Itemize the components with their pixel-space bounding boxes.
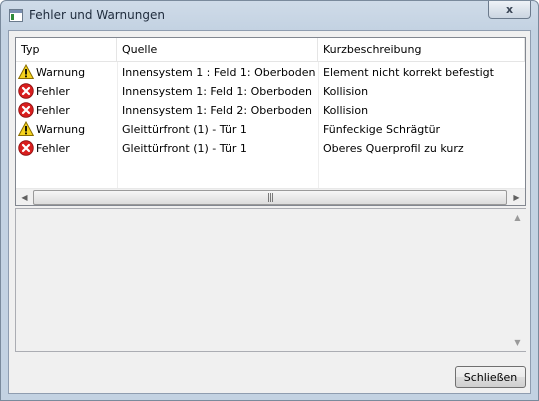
dialog-client-area: Typ Quelle Kurzbeschreibung Warnung Innen… <box>8 30 531 394</box>
scroll-up-icon[interactable]: ▲ <box>509 209 526 226</box>
cell-type-label: Warnung <box>36 66 86 79</box>
cell-type: Fehler <box>16 82 117 101</box>
app-window-icon <box>9 9 23 22</box>
window-close-button[interactable]: x <box>488 1 531 19</box>
horizontal-scrollbar[interactable]: ◀ ||| ▶ <box>16 188 525 205</box>
scroll-left-icon[interactable]: ◀ <box>16 189 33 206</box>
grip-icon: ||| <box>266 192 274 203</box>
cell-type: Warnung <box>16 63 117 82</box>
table-row[interactable]: Fehler Innensystem 1: Feld 2: Oberboden Ko… <box>16 101 525 120</box>
cell-source: Gleittürfront (1) - Tür 1 <box>122 142 247 155</box>
cell-type-label: Fehler <box>36 104 70 117</box>
vertical-scrollbar[interactable]: ▲ ▼ <box>509 209 526 351</box>
cell-type: Fehler <box>16 139 117 158</box>
cell-description: Kollision <box>323 104 369 117</box>
messages-list[interactable]: Typ Quelle Kurzbeschreibung Warnung Innen… <box>15 37 526 206</box>
warning-icon <box>17 120 35 137</box>
cell-source: Innensystem 1: Feld 1: Oberboden <box>122 85 312 98</box>
cell-source: Gleittürfront (1) - Tür 1 <box>122 123 247 136</box>
list-header: Typ Quelle Kurzbeschreibung <box>16 38 525 62</box>
cell-type: Warnung <box>16 120 117 139</box>
dialog-window: Fehler und Warnungen x Typ Quelle Kurzbe… <box>0 0 539 401</box>
cell-type-label: Fehler <box>36 85 70 98</box>
cell-description: Fünfeckige Schrägtür <box>323 123 441 136</box>
table-row[interactable]: Fehler Gleittürfront (1) - Tür 1 Oberes Qu… <box>16 139 525 158</box>
column-header-description[interactable]: Kurzbeschreibung <box>318 38 525 61</box>
scroll-right-icon[interactable]: ▶ <box>508 189 525 206</box>
cell-source: Innensystem 1 : Feld 1: Oberboden <box>122 66 316 79</box>
cell-description: Kollision <box>323 85 369 98</box>
horizontal-scroll-thumb[interactable]: ||| <box>33 190 507 205</box>
scroll-down-icon[interactable]: ▼ <box>509 334 526 351</box>
cell-description: Oberes Querprofil zu kurz <box>323 142 464 155</box>
close-icon: x <box>505 3 514 16</box>
close-button[interactable]: Schließen <box>455 366 526 388</box>
error-icon <box>18 102 34 118</box>
cell-source: Innensystem 1: Feld 2: Oberboden <box>122 104 312 117</box>
title-bar[interactable]: Fehler und Warnungen x <box>1 1 538 31</box>
table-row[interactable]: Warnung Innensystem 1 : Feld 1: Oberboden… <box>16 63 525 82</box>
error-icon <box>18 140 34 156</box>
cell-type-label: Warnung <box>36 123 86 136</box>
table-row[interactable]: Fehler Innensystem 1: Feld 1: Oberboden Ko… <box>16 82 525 101</box>
cell-type: Fehler <box>16 101 117 120</box>
error-icon <box>18 83 34 99</box>
column-header-type[interactable]: Typ <box>16 38 117 61</box>
details-text-area[interactable]: ▲ ▼ <box>15 208 526 352</box>
window-title: Fehler und Warnungen <box>29 8 165 22</box>
warning-icon <box>17 63 35 80</box>
table-row[interactable]: Warnung Gleittürfront (1) - Tür 1 Fünfecki… <box>16 120 525 139</box>
cell-type-label: Fehler <box>36 142 70 155</box>
column-header-source[interactable]: Quelle <box>117 38 318 61</box>
cell-description: Element nicht korrekt befestigt <box>323 66 494 79</box>
